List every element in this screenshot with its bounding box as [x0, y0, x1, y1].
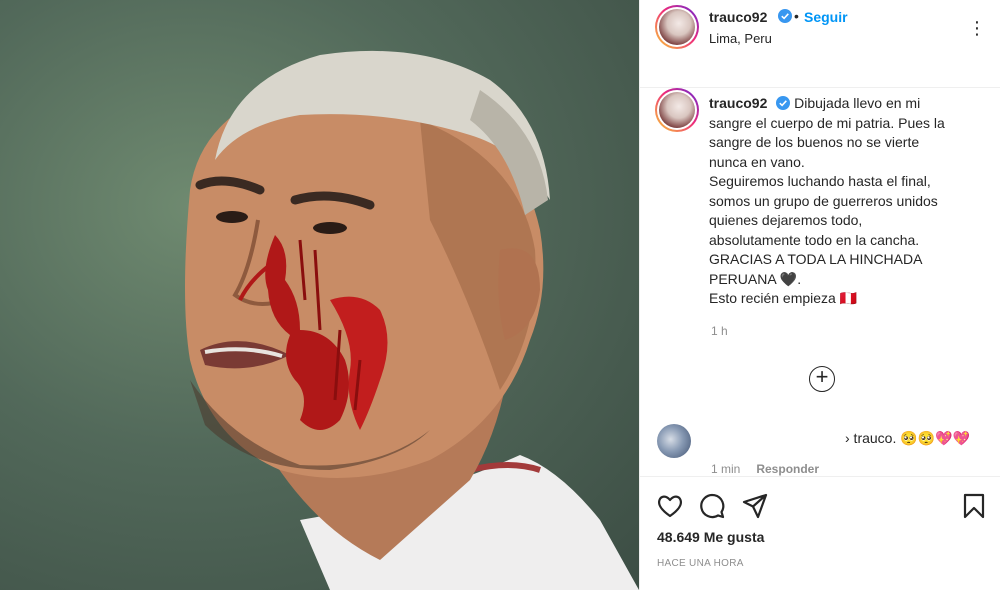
caption-timestamp[interactable]: 1 h [711, 324, 728, 338]
caption-line: quienes dejaremos todo, [709, 212, 863, 228]
post-photo[interactable] [0, 0, 639, 590]
post-side-panel: trauco92 • Seguir Lima, Peru ⋮ trauco92 … [639, 0, 1000, 590]
separator-dot: • [794, 8, 799, 24]
share-icon[interactable] [741, 492, 769, 520]
username-link[interactable]: trauco92 [709, 9, 767, 25]
post-header: trauco92 • Seguir Lima, Peru ⋮ [640, 0, 1000, 88]
comment-icon[interactable] [698, 492, 726, 520]
caption-line: Esto recién empieza 🇵🇪 [709, 290, 858, 306]
caption-line: absolutamente todo en la cancha. [709, 231, 920, 248]
caption-text: trauco92 Dibujada llevo en mi sangre el … [709, 94, 979, 309]
caption-username[interactable]: trauco92 [709, 95, 767, 111]
posted-time[interactable]: HACE UNA HORA [657, 558, 744, 569]
caption-avatar[interactable] [655, 88, 699, 132]
caption-line: Dibujada llevo en mi [794, 95, 921, 111]
comment-timestamp[interactable]: 1 min [711, 462, 740, 476]
caption-line: GRACIAS A TODA LA HINCHADA [709, 251, 923, 267]
reply-button[interactable]: Responder [756, 462, 819, 476]
avatar[interactable] [655, 5, 699, 49]
comment-text: › trauco. 🥺🥺💖💖 [845, 430, 970, 446]
instagram-post: trauco92 • Seguir Lima, Peru ⋮ trauco92 … [0, 0, 1000, 590]
location-link[interactable]: Lima, Peru [709, 31, 772, 46]
likes-count[interactable]: 48.649 Me gusta [657, 529, 764, 545]
caption-line: nunca en vano. [709, 153, 805, 170]
heart-icon[interactable] [656, 492, 684, 520]
more-options-icon[interactable]: ⋮ [968, 18, 987, 39]
caption-line: sangre de los buenos no se vierte [709, 134, 920, 150]
likes-label: Me gusta [703, 529, 765, 545]
load-more-comments-icon[interactable]: + [809, 366, 835, 392]
bookmark-icon[interactable] [960, 492, 988, 520]
comment-meta: 1 min Responder [711, 462, 819, 476]
action-bar: 48.649 Me gusta HACE UNA HORA [640, 476, 1000, 590]
verified-badge-icon [778, 9, 792, 23]
caption-line: Seguiremos luchando hasta el final, [709, 173, 931, 189]
commenter-avatar[interactable] [657, 424, 691, 458]
player-portrait [185, 50, 639, 590]
caption-line: sangre el cuerpo de mi patria. Pues la [709, 114, 945, 131]
follow-button[interactable]: Seguir [804, 9, 848, 25]
likes-number: 48.649 [657, 529, 700, 545]
caption-line: PERUANA 🖤. [709, 270, 802, 287]
verified-badge-icon [776, 96, 791, 110]
caption-line: somos un grupo de guerreros unidos [709, 192, 938, 209]
